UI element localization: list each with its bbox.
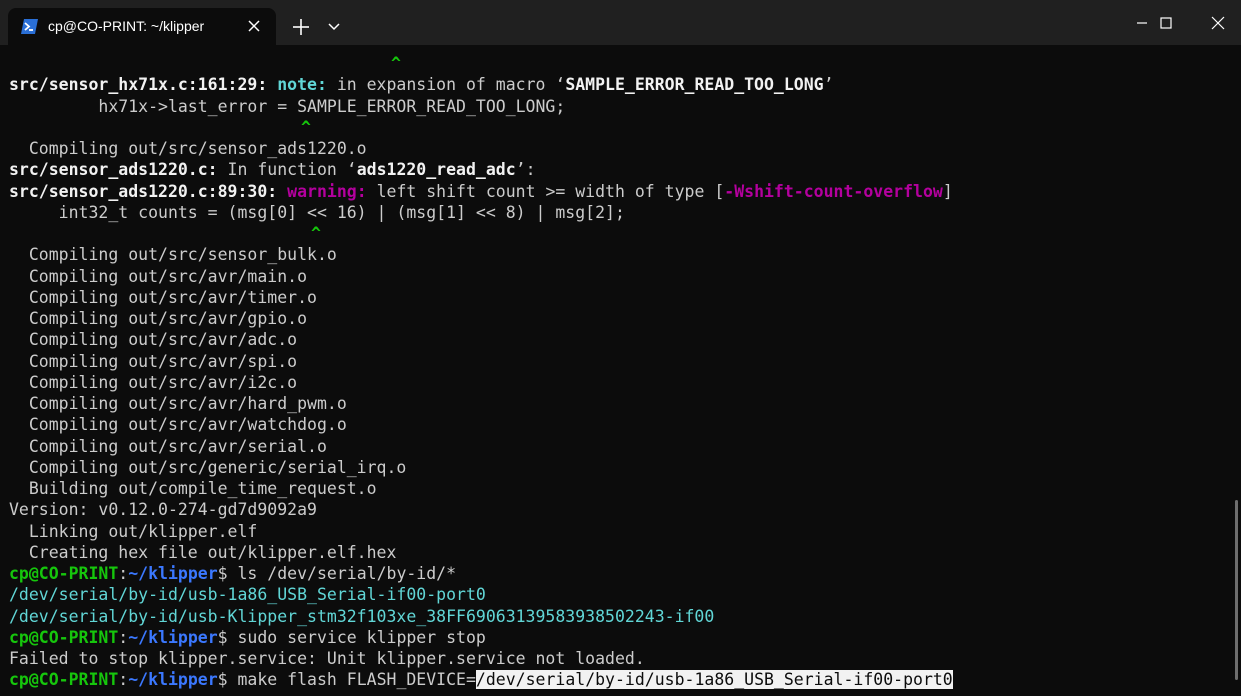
plus-icon[interactable] xyxy=(290,16,312,38)
command-text: make flash FLASH_DEVICE= xyxy=(227,670,476,690)
output-line: Failed to stop klipper.service: Unit kli… xyxy=(9,649,645,668)
close-window-button[interactable] xyxy=(1195,8,1241,38)
command-line[interactable]: cp@CO-PRINT:~/klipper$ make flash FLASH_… xyxy=(9,669,1229,690)
output-line: hx71x->last_error = SAMPLE_ERROR_READ_TO… xyxy=(9,96,566,116)
output-line: Compiling out/src/avr/timer.o xyxy=(9,287,317,307)
terminal-output[interactable]: ^ src/sensor_hx71x.c:161:29: note: in ex… xyxy=(9,53,1229,696)
output-line: Compiling out/src/sensor_ads1220.o xyxy=(9,139,367,158)
output-line: Compiling out/src/avr/watchdog.o xyxy=(9,415,347,435)
caret-marker: ^ xyxy=(391,54,401,73)
output-line: Compiling out/src/avr/hard_pwm.o xyxy=(9,394,347,413)
prompt-path: ~/klipper xyxy=(128,627,218,647)
file-location: src/sensor_hx71x.c:161:29: xyxy=(9,75,278,95)
output-line: Compiling out/src/avr/serial.o xyxy=(9,436,327,456)
prompt-colon: : xyxy=(118,564,129,583)
output-line: src/sensor_hx71x.c:161:29: note: in expa… xyxy=(9,74,1229,95)
prompt-dollar: $ xyxy=(217,564,228,583)
close-icon xyxy=(1211,16,1225,30)
output-line: /dev/serial/by-id/usb-Klipper_stm32f103x… xyxy=(9,606,715,626)
file-location: src/sensor_ads1220.c: xyxy=(9,160,218,180)
macro-name: SAMPLE_ERROR_READ_TOO_LONG xyxy=(565,75,824,95)
output-line: Compiling out/src/avr/adc.o xyxy=(9,330,298,350)
output-line: Creating hex file out/klipper.elf.hex xyxy=(9,542,397,562)
note-label: note: xyxy=(277,75,327,95)
output-line: /dev/serial/by-id/usb-1a86_USB_Serial-if… xyxy=(9,585,486,605)
prompt-user: cp@CO-PRINT xyxy=(9,627,119,647)
command-text: ls /dev/serial/by-id/* xyxy=(227,564,457,583)
warning-flag: -Wshift-count-overflow xyxy=(724,181,943,201)
message-text: ] xyxy=(942,181,953,201)
file-location: src/sensor_ads1220.c:89:30: xyxy=(9,181,288,201)
output-line: ^ xyxy=(9,53,1229,74)
output-line: src/sensor_ads1220.c: In function ‘ads12… xyxy=(9,159,1229,180)
chevron-down-icon[interactable] xyxy=(327,20,341,34)
output-line: int32_t counts = (msg[0] << 16) | (msg[1… xyxy=(9,202,625,222)
tab-title: cp@CO-PRINT: ~/klipper xyxy=(48,18,205,34)
output-line: Compiling out/src/generic/serial_irq.o xyxy=(9,457,407,477)
maximize-icon xyxy=(1160,17,1172,29)
prompt-colon: : xyxy=(118,627,129,647)
title-bar: cp@CO-PRINT: ~/klipper xyxy=(0,0,1241,45)
output-line: Building out/compile_time_request.o xyxy=(9,479,377,498)
prompt-dollar: $ xyxy=(217,670,228,690)
caret-marker: ^ xyxy=(311,224,321,243)
powershell-terminal-icon xyxy=(21,19,38,34)
prompt-user: cp@CO-PRINT xyxy=(9,564,119,583)
message-text: in expansion of macro ‘ xyxy=(326,75,566,95)
prompt-path: ~/klipper xyxy=(128,564,218,583)
command-line: cp@CO-PRINT:~/klipper$ ls /dev/serial/by… xyxy=(9,563,1229,584)
output-line: ^ xyxy=(9,223,1229,244)
maximize-button[interactable] xyxy=(1143,8,1189,38)
prompt-path: ~/klipper xyxy=(128,670,218,690)
message-text: ’: xyxy=(515,160,536,180)
output-line: Compiling out/src/avr/main.o xyxy=(9,266,308,286)
message-text: ’ xyxy=(823,75,834,95)
output-line: Version: v0.12.0-274-gd7d9092a9 xyxy=(9,500,317,520)
prompt-colon: : xyxy=(118,670,129,690)
message-text: In function ‘ xyxy=(217,160,357,180)
warning-label: warning: xyxy=(287,181,367,201)
close-icon[interactable] xyxy=(246,18,262,34)
caret-marker: ^ xyxy=(301,117,311,137)
selected-text[interactable]: /dev/serial/by-id/usb-1a86_USB_Serial-if… xyxy=(475,670,953,690)
function-name: ads1220_read_adc xyxy=(356,160,516,180)
output-line: Compiling out/src/avr/spi.o xyxy=(9,351,298,371)
command-line: cp@CO-PRINT:~/klipper$ sudo service klip… xyxy=(9,627,1229,648)
output-line: Compiling out/src/avr/i2c.o xyxy=(9,372,298,392)
scrollbar[interactable] xyxy=(1235,500,1238,680)
output-line: ^ xyxy=(9,117,1229,138)
command-text: sudo service klipper stop xyxy=(227,627,486,647)
prompt-dollar: $ xyxy=(217,627,228,647)
prompt-user: cp@CO-PRINT xyxy=(9,670,119,690)
output-line: Linking out/klipper.elf xyxy=(9,521,258,541)
output-line: Compiling out/src/sensor_bulk.o xyxy=(9,245,337,265)
output-line: Compiling out/src/avr/gpio.o xyxy=(9,309,308,328)
terminal-tab[interactable]: cp@CO-PRINT: ~/klipper xyxy=(8,8,276,45)
output-line: src/sensor_ads1220.c:89:30: warning: lef… xyxy=(9,181,1229,202)
message-text: left shift count >= width of type [ xyxy=(366,181,725,201)
